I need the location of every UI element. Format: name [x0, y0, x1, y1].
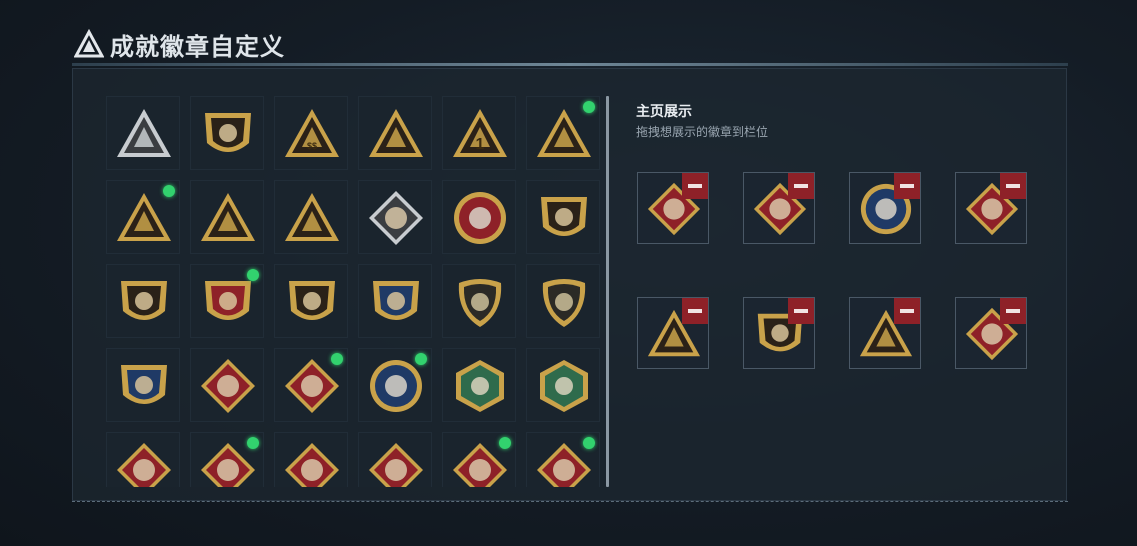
badge-cell[interactable] [526, 96, 600, 170]
backpack-diamond-badge-icon [369, 443, 423, 487]
badge-cell[interactable] [358, 96, 432, 170]
badge-cell[interactable] [106, 96, 180, 170]
red-crest-shield-badge-icon [205, 281, 251, 320]
rocket-triangle-badge-icon [285, 193, 339, 241]
badge-cell[interactable] [274, 432, 348, 487]
supply-triangle-badge-icon [537, 109, 591, 157]
remove-badge-button[interactable] [788, 173, 814, 199]
silver-diamond-badge-icon [369, 191, 423, 245]
dragon-diamond-badge-2-icon [201, 443, 255, 487]
remove-badge-button[interactable] [682, 173, 708, 199]
rank-one-triangle-badge-icon: 1 [453, 109, 507, 157]
badge-grid-scrollbar[interactable] [606, 96, 609, 487]
silver-triangle-shield-badge-icon [117, 109, 171, 157]
runner-diamond-badge-icon [285, 443, 339, 487]
badge-cell[interactable] [358, 180, 432, 254]
soldiers-triangle-badge-icon [201, 193, 255, 241]
badge-cell[interactable] [190, 96, 264, 170]
svg-text:$$: $$ [307, 141, 317, 151]
ship-triangle-badge-icon [369, 109, 423, 157]
showcase-slot[interactable] [955, 172, 1027, 244]
tools-diamond-badge-icon [537, 443, 591, 487]
badge-cell[interactable] [190, 348, 264, 422]
showcase-slot[interactable] [743, 172, 815, 244]
new-badge-indicator [163, 185, 175, 197]
badge-cell[interactable] [442, 264, 516, 338]
star-crest-shield-badge-icon [121, 281, 167, 320]
badge-cell[interactable] [526, 432, 600, 487]
bat-round-shield-badge-icon [542, 279, 586, 327]
blue-rifle-shield-badge-icon [373, 281, 419, 320]
badge-cell[interactable] [442, 348, 516, 422]
crest-triangle-badge-icon [117, 193, 171, 241]
wolf-diamond-badge-2-icon [285, 359, 339, 413]
badge-cell[interactable] [106, 264, 180, 338]
new-badge-indicator [583, 437, 595, 449]
new-badge-indicator [247, 437, 259, 449]
badge-cell[interactable] [526, 264, 600, 338]
showcase-slot[interactable] [849, 297, 921, 369]
showcase-subtitle: 拖拽想展示的徽章到栏位 [636, 125, 769, 139]
remove-badge-button[interactable] [1000, 173, 1026, 199]
rifle-round-shield-badge-icon [458, 279, 502, 327]
badge-cell[interactable] [358, 348, 432, 422]
badge-cell[interactable] [358, 432, 432, 487]
badge-cell[interactable] [274, 348, 348, 422]
eagle-circle-badge-icon [370, 360, 422, 412]
bag-triangle-badge-icon: $$ [285, 109, 339, 157]
badge-cell[interactable] [106, 180, 180, 254]
badge-cell[interactable] [190, 180, 264, 254]
svg-text:1: 1 [476, 136, 485, 153]
badge-cell[interactable]: $$ [274, 96, 348, 170]
new-badge-indicator [331, 353, 343, 365]
header-divider [72, 63, 1068, 66]
page-title: 成就徽章自定义 [110, 33, 285, 61]
badge-cell[interactable] [526, 180, 600, 254]
remove-badge-button[interactable] [1000, 298, 1026, 324]
showcase-slot[interactable] [637, 172, 709, 244]
remove-badge-button[interactable] [682, 298, 708, 324]
badge-cell[interactable] [442, 180, 516, 254]
skull-crosshair-badge-icon [289, 281, 335, 320]
logo-triangle-icon [74, 29, 104, 58]
new-badge-indicator [415, 353, 427, 365]
showcase-slot[interactable] [637, 297, 709, 369]
new-badge-indicator [583, 101, 595, 113]
badge-cell[interactable] [106, 432, 180, 487]
badge-cell[interactable] [190, 264, 264, 338]
new-badge-indicator [499, 437, 511, 449]
new-badge-indicator [247, 269, 259, 281]
badge-cell[interactable] [190, 432, 264, 487]
badge-cell[interactable] [274, 264, 348, 338]
armor-diamond-badge-icon [453, 443, 507, 487]
showcase-slot[interactable] [955, 297, 1027, 369]
showcase-slot[interactable] [849, 172, 921, 244]
blue-gold-wing-shield-badge-icon [121, 365, 167, 404]
panel-bottom-border [72, 501, 1068, 504]
remove-badge-button[interactable] [894, 298, 920, 324]
dragon-diamond-badge-icon [117, 443, 171, 487]
remove-badge-button[interactable] [894, 173, 920, 199]
badge-cell[interactable] [106, 348, 180, 422]
showcase-slot[interactable] [743, 297, 815, 369]
badge-cell[interactable] [358, 264, 432, 338]
star-circle-badge-icon [454, 192, 506, 244]
badge-grid[interactable]: $$ 1 [106, 96, 602, 487]
rank-shield-badge-icon [541, 197, 587, 236]
helicopter-shield-badge-icon [205, 113, 251, 152]
badge-cell[interactable] [274, 180, 348, 254]
badge-cell[interactable] [442, 432, 516, 487]
green-bird-hexagon-badge-icon [456, 360, 504, 412]
green-cross-hexagon-badge-icon [540, 360, 588, 412]
badge-cell[interactable] [526, 348, 600, 422]
wolf-diamond-badge-icon [201, 359, 255, 413]
badge-cell[interactable]: 1 [442, 96, 516, 170]
showcase-title: 主页展示 [636, 103, 692, 119]
remove-badge-button[interactable] [788, 298, 814, 324]
page-header: 成就徽章自定义 [74, 28, 285, 61]
